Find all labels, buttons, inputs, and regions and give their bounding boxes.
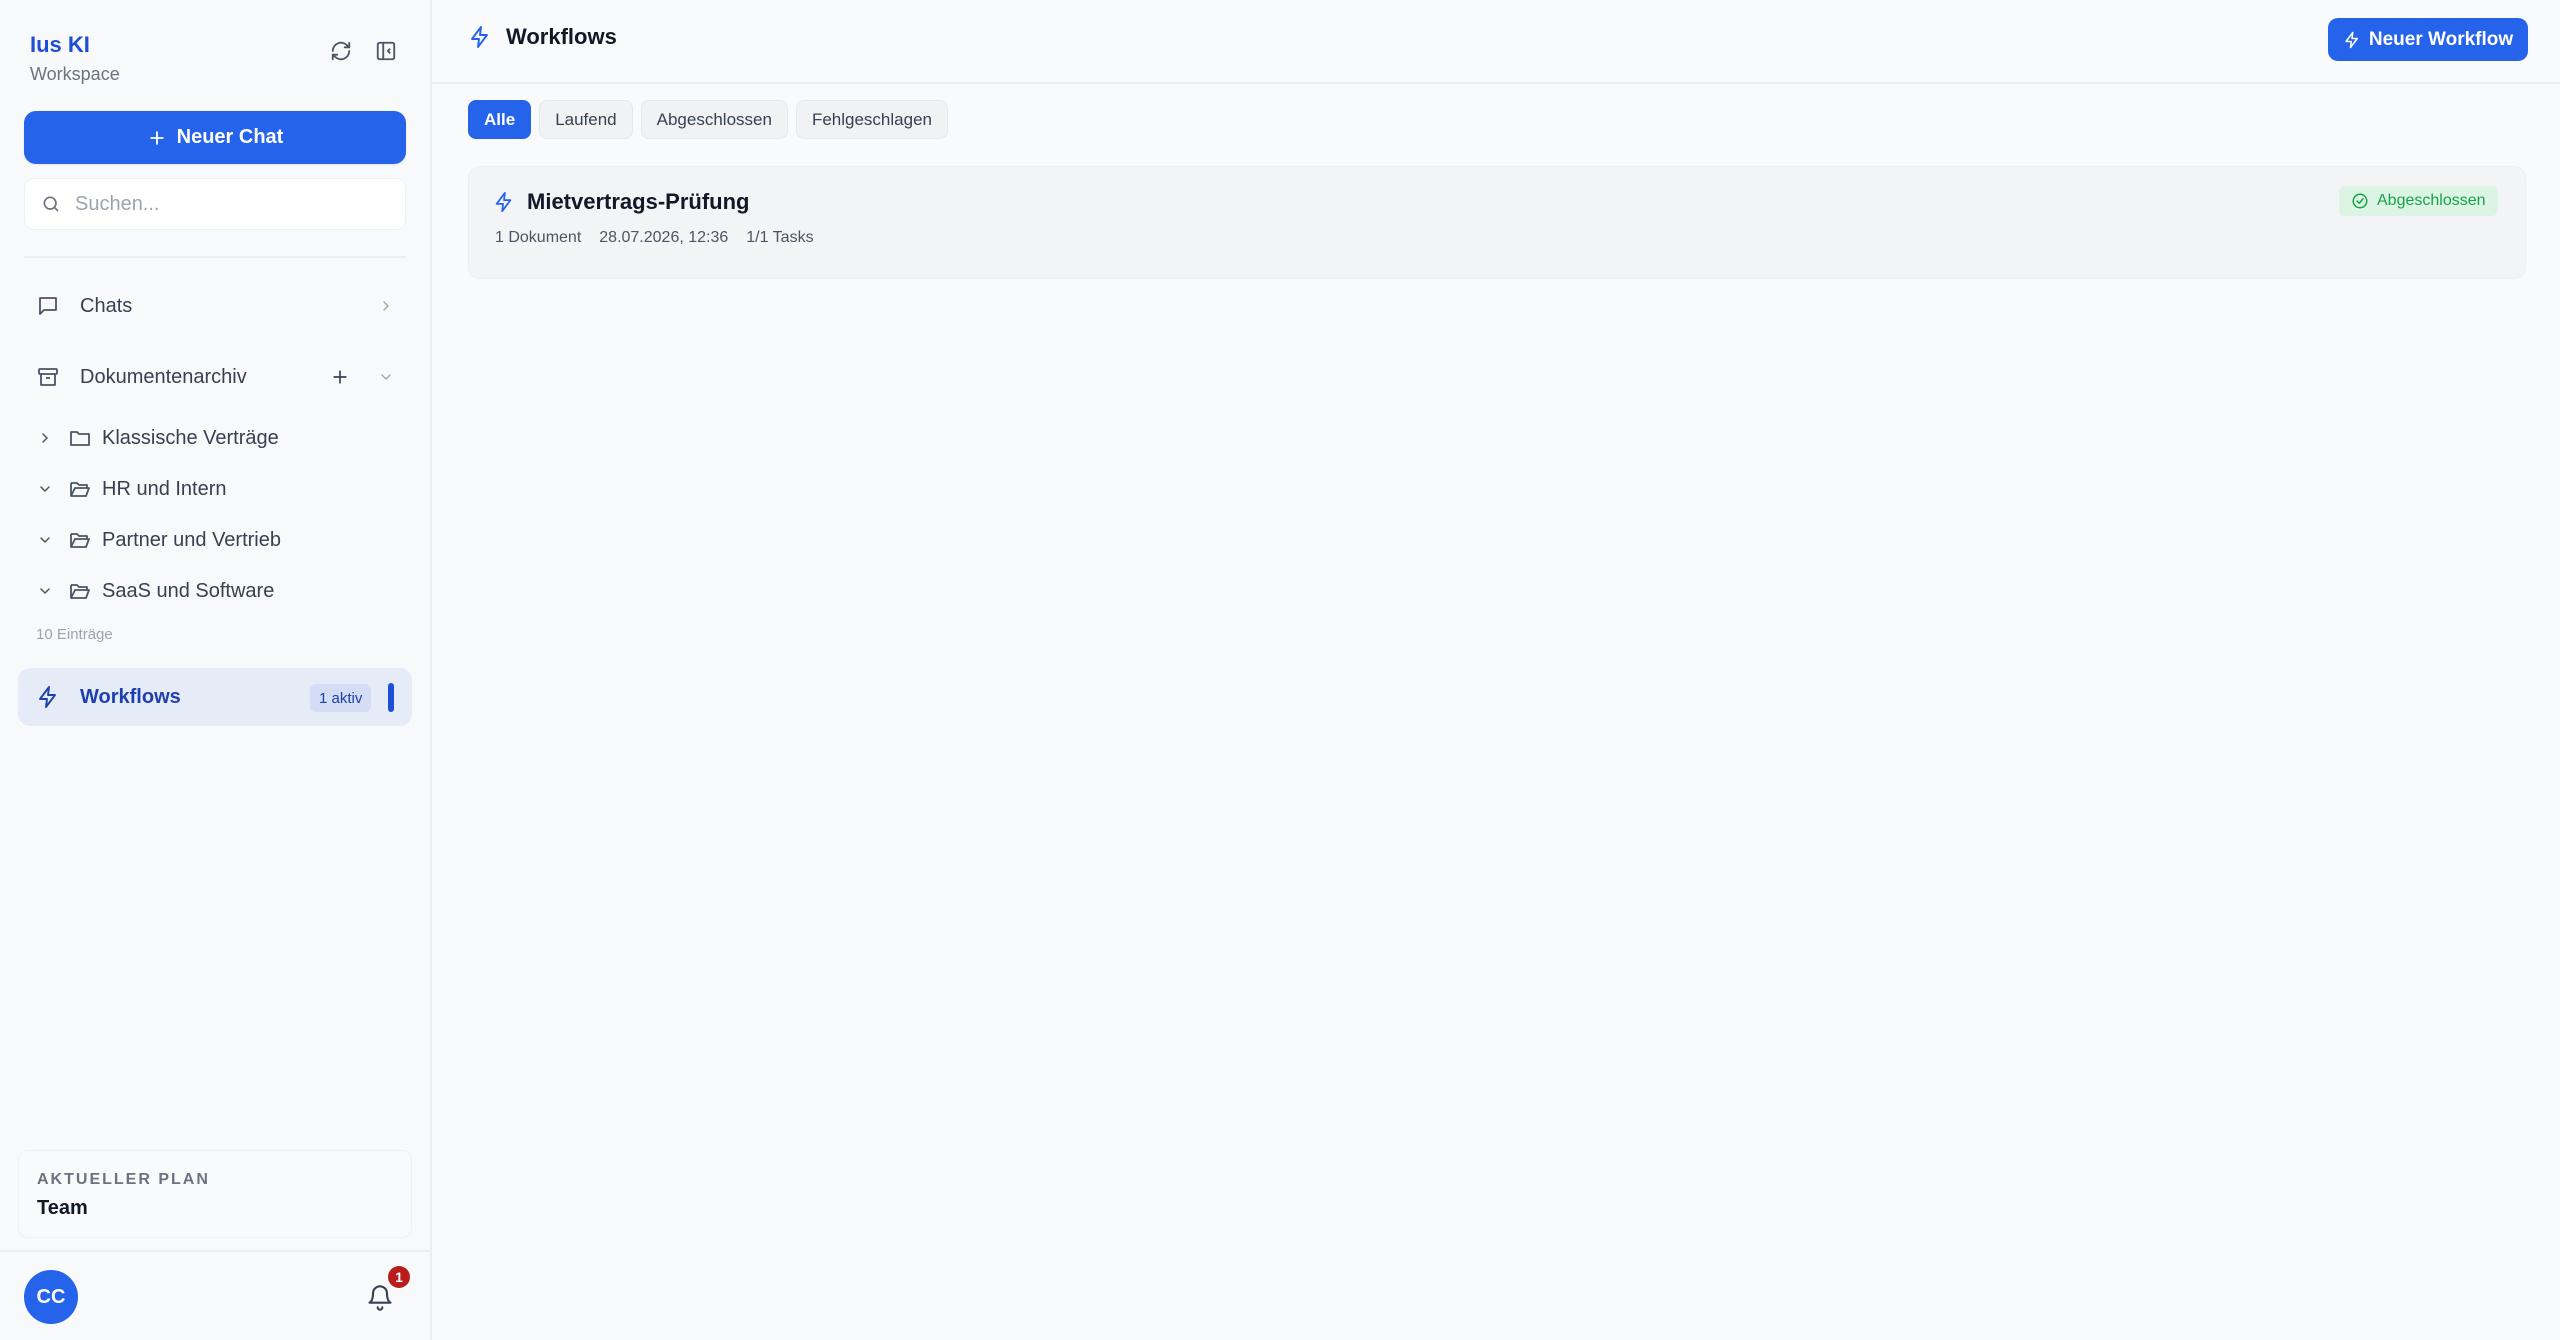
workflow-documents: 1 Dokument: [495, 229, 582, 246]
new-chat-button[interactable]: Neuer Chat: [24, 111, 406, 164]
status-badge: Abgeschlossen: [2339, 186, 2498, 216]
sidebar: Ius KI Workspace Neuer Chat Suchen... Ch…: [0, 0, 432, 1340]
workflow-card[interactable]: Mietvertrags-Prüfung 1 Dokument 28.07.20…: [468, 166, 2526, 279]
search-input[interactable]: Suchen...: [24, 178, 406, 230]
chevron-right-icon: [383, 301, 389, 311]
sidebar-item-label: Dokumentenarchiv: [80, 365, 247, 388]
folder-label: Klassische Verträge: [102, 426, 279, 449]
lightning-icon: [471, 26, 488, 48]
footer-divider: [0, 1250, 430, 1252]
folder-label: Partner und Vertrieb: [102, 528, 281, 551]
entries-count: 10 Einträge: [36, 626, 113, 643]
chevron-down-icon: [40, 537, 50, 544]
sidebar-item-label: Chats: [80, 294, 133, 317]
workflow-title-text: Mietvertrags-Prüfung: [527, 189, 750, 214]
folder-open-icon: [70, 533, 90, 548]
active-indicator: [388, 683, 394, 712]
search-placeholder: Suchen...: [75, 192, 160, 215]
plan-value: Team: [37, 1197, 88, 1219]
chevron-down-icon[interactable]: [378, 369, 394, 385]
folder-open-icon: [70, 584, 90, 599]
workflow-tasks: 1/1 Tasks: [746, 229, 814, 246]
new-workflow-button[interactable]: Neuer Workflow: [2328, 18, 2528, 61]
current-plan-card: AKTUELLER PLAN Team: [18, 1150, 412, 1238]
main-header: Workflows Neuer Workflow: [432, 0, 2560, 84]
sidebar-item-label: Workflows: [80, 685, 181, 708]
lightning-icon: [495, 191, 512, 213]
filter-tab-failed[interactable]: Fehlgeschlagen: [795, 100, 948, 139]
page-title: Workflows: [468, 24, 617, 50]
sidebar-divider: [24, 256, 406, 258]
sidebar-item-archive[interactable]: Dokumentenarchiv: [24, 355, 406, 399]
filter-tab-completed[interactable]: Abgeschlossen: [640, 100, 788, 139]
refresh-button[interactable]: [323, 33, 359, 69]
collapse-sidebar-button[interactable]: [368, 33, 404, 69]
status-label: Abgeschlossen: [2377, 192, 2486, 209]
sidebar-toggle-icon: [376, 41, 396, 61]
workflow-title: Mietvertrags-Prüfung: [493, 189, 749, 215]
page-title-text: Workflows: [506, 24, 617, 49]
folder-item[interactable]: HR und Intern: [34, 469, 227, 509]
archive-icon: [38, 368, 58, 386]
active-count-badge: 1 aktiv: [310, 684, 372, 712]
filter-tab-running[interactable]: Laufend: [539, 100, 633, 139]
filter-tab-all[interactable]: Alle: [468, 100, 532, 139]
chevron-right-icon: [42, 433, 49, 443]
chevron-down-icon: [40, 486, 50, 493]
chevron-down-icon: [40, 588, 50, 595]
lightning-icon: [39, 686, 56, 708]
bell-icon: [368, 1285, 392, 1311]
folder-label: SaaS und Software: [102, 579, 275, 602]
search-icon: [43, 196, 59, 212]
refresh-icon: [331, 41, 351, 61]
brand-title: Ius KI: [30, 32, 90, 57]
folder-open-icon: [70, 482, 90, 497]
chat-bubble-icon: [39, 297, 57, 315]
sidebar-item-workflows[interactable]: Workflows 1 aktiv: [18, 668, 412, 726]
folder-item[interactable]: Partner und Vertrieb: [34, 520, 281, 560]
new-workflow-label: Neuer Workflow: [2368, 28, 2514, 50]
avatar[interactable]: CC: [24, 1270, 78, 1324]
folder-item[interactable]: Klassische Verträge: [34, 418, 279, 458]
folder-item[interactable]: SaaS und Software: [34, 571, 274, 611]
workflow-timestamp: 28.07.2026, 12:36: [599, 229, 729, 246]
check-circle-icon: [2352, 193, 2368, 209]
plus-icon: [149, 130, 164, 145]
sidebar-item-chats[interactable]: Chats: [24, 284, 406, 328]
workflow-meta: 1 Dokument 28.07.2026, 12:36 1/1 Tasks: [495, 229, 814, 247]
main-content: Workflows Neuer Workflow Alle Laufend Ab…: [432, 0, 2560, 1340]
brand-subtitle: Workspace: [30, 64, 120, 84]
plan-label: AKTUELLER PLAN: [37, 1171, 210, 1188]
notification-badge: 1: [388, 1266, 410, 1288]
folder-label: HR und Intern: [102, 477, 227, 500]
add-folder-icon[interactable]: [330, 367, 350, 387]
lightning-icon: [2345, 31, 2358, 48]
filter-tabs: Alle Laufend Abgeschlossen Fehlgeschlage…: [468, 100, 948, 139]
new-chat-label: Neuer Chat: [176, 126, 284, 148]
folder-icon: [70, 431, 90, 446]
